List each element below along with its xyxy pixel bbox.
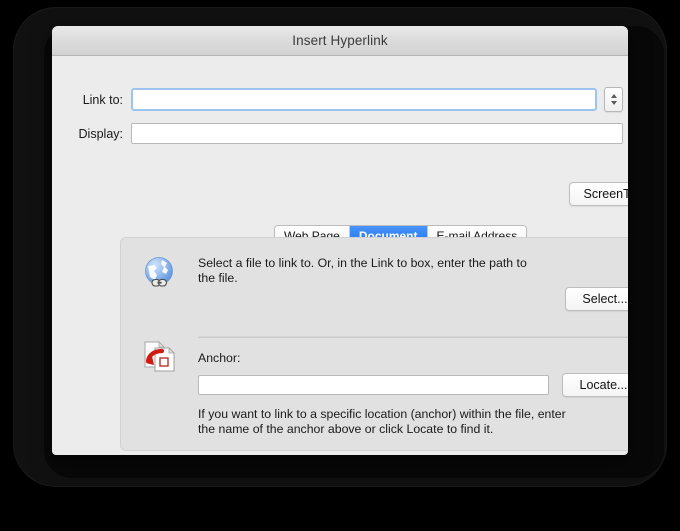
select-file-button[interactable]: Select... [565, 287, 628, 311]
chevron-down-icon [610, 100, 617, 105]
anchor-help-text: If you want to link to a specific locati… [198, 407, 566, 436]
link-to-stepper[interactable] [604, 87, 623, 112]
link-to-label: Link to: [82, 92, 123, 107]
anchor-input[interactable] [198, 375, 549, 395]
display-row: Display: [52, 123, 628, 144]
anchor-label: Anchor: [198, 351, 241, 365]
locate-anchor-button[interactable]: Locate... [562, 373, 628, 397]
display-label: Display: [78, 126, 123, 141]
chevron-up-icon [610, 94, 617, 99]
screenshot-root: Insert Hyperlink Link to: Display: Scree… [0, 0, 680, 531]
dialog-title: Insert Hyperlink [292, 33, 388, 48]
anchor-document-icon [141, 339, 179, 377]
file-section-description: Select a file to link to. Or, in the Lin… [198, 256, 527, 285]
section-divider [198, 336, 628, 338]
dialog-titlebar[interactable]: Insert Hyperlink [52, 26, 628, 56]
document-tab-panel: Select a file to link to. Or, in the Lin… [120, 237, 628, 451]
screentip-button[interactable]: ScreenTip... [569, 182, 628, 206]
link-to-row: Link to: [52, 87, 628, 112]
globe-link-icon [141, 254, 179, 292]
link-to-input[interactable] [131, 88, 597, 111]
insert-hyperlink-dialog: Insert Hyperlink Link to: Display: Scree… [52, 26, 628, 455]
display-input[interactable] [131, 123, 623, 144]
